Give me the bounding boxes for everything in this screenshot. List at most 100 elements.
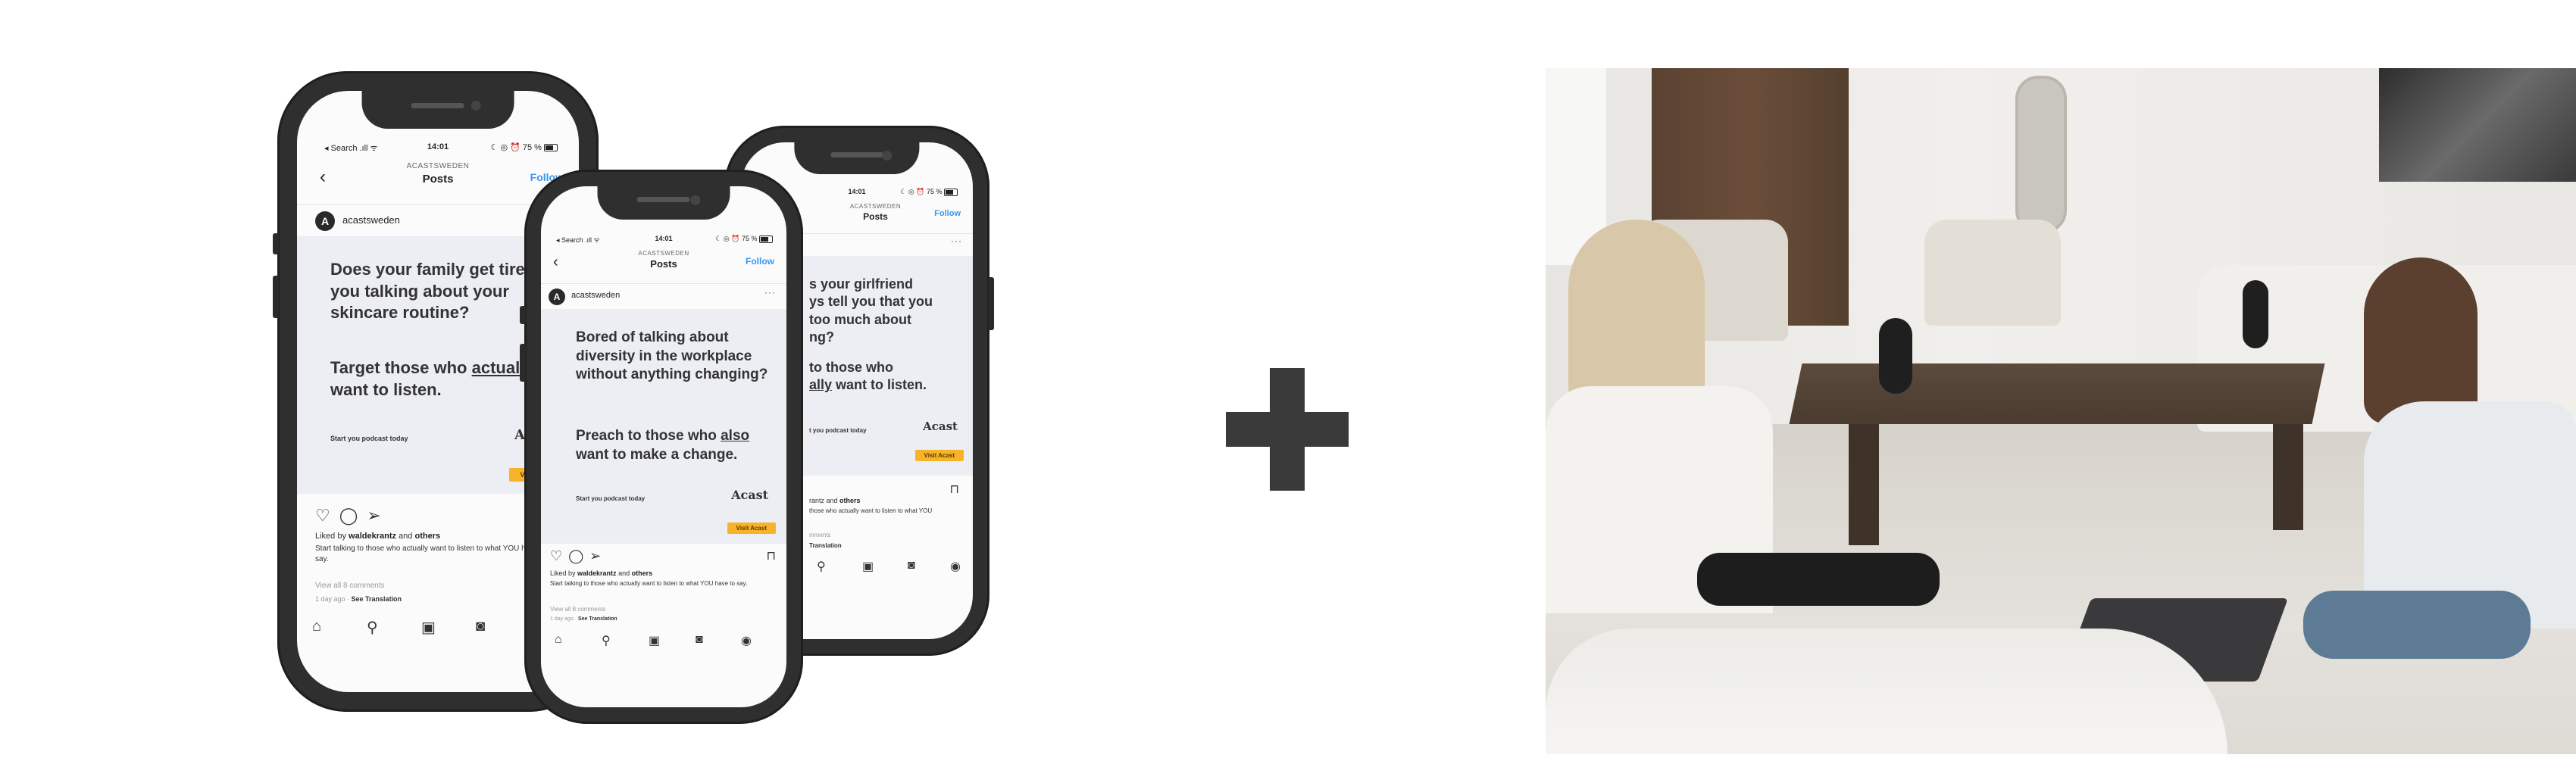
nav-account-name: ACASTSWEDEN bbox=[849, 203, 902, 210]
reels-icon[interactable]: ▣ bbox=[421, 618, 436, 637]
ad-question: Bored of talking about diversity in the … bbox=[576, 329, 768, 383]
acast-logo: Acast bbox=[731, 488, 768, 502]
status-right: ☾ ◎ ⏰ 75 % bbox=[491, 142, 558, 152]
nav-account-name: ACASTSWEDEN bbox=[406, 162, 470, 170]
photo-armchair-2 bbox=[1924, 220, 2061, 326]
liked-others-link[interactable]: others bbox=[632, 569, 653, 577]
status-right: ☾ ◎ ⏰ 75 % bbox=[715, 235, 773, 243]
post-caption: those who actually want to listen to wha… bbox=[809, 507, 933, 514]
post-handle[interactable]: acastsweden bbox=[571, 291, 620, 300]
ad-question: s your girlfriend ys tell you that you too… bbox=[809, 276, 933, 345]
follow-button[interactable]: Follow bbox=[934, 209, 961, 218]
page-title: Posts bbox=[863, 211, 888, 222]
battery-icon bbox=[759, 235, 773, 243]
back-icon[interactable]: ‹ bbox=[553, 254, 558, 270]
view-comments-link[interactable]: mments bbox=[809, 532, 830, 538]
visit-acast-button[interactable]: Visit Acast bbox=[914, 450, 964, 461]
post-actions: ♡ ◯ ➢ bbox=[315, 506, 390, 526]
page-title: Posts bbox=[650, 258, 677, 270]
heart-icon[interactable]: ♡ bbox=[550, 548, 562, 563]
tab-bar: ⌂ ⚲ ▣ ◙ ◉ bbox=[541, 633, 786, 660]
comment-icon[interactable]: ◯ bbox=[339, 506, 358, 525]
post-header: A acastsweden ··· bbox=[541, 283, 786, 310]
photo-table-leg bbox=[1849, 424, 1879, 545]
nav-bar: ‹ ACASTSWEDEN Posts Follow bbox=[297, 161, 579, 194]
see-translation-link[interactable]: See Translation bbox=[352, 595, 402, 603]
status-bar: ◂ Search .ıll ᯤ 14:01 ☾ ◎ ⏰ 75 % bbox=[297, 142, 579, 158]
search-icon[interactable]: ⚲ bbox=[602, 633, 611, 648]
photo-blanket bbox=[1546, 629, 2227, 754]
status-left: ◂ Search .ıll ᯤ bbox=[556, 236, 600, 244]
post-handle[interactable]: acastsweden bbox=[342, 214, 400, 226]
ad-start-text: Start you podcast today bbox=[576, 495, 646, 502]
see-translation-link[interactable]: See Translation bbox=[578, 616, 617, 622]
liked-by: Liked by waldekrantz and others bbox=[550, 569, 653, 577]
visit-acast-button[interactable]: Visit Acast bbox=[727, 523, 776, 534]
home-icon[interactable]: ⌂ bbox=[555, 633, 562, 647]
post-actions: ♡ ◯ ➢ bbox=[550, 548, 610, 564]
bookmark-icon[interactable]: ⊓ bbox=[950, 482, 959, 497]
search-icon[interactable]: ⚲ bbox=[817, 559, 826, 574]
share-icon[interactable]: ➢ bbox=[589, 548, 601, 563]
phone-notch bbox=[794, 142, 920, 174]
shop-icon[interactable]: ◙ bbox=[908, 559, 915, 572]
photo-microphone bbox=[1879, 318, 1912, 394]
ad-start-text: Start you podcast today bbox=[330, 435, 408, 442]
battery-icon bbox=[544, 144, 558, 152]
profile-icon[interactable]: ◉ bbox=[741, 633, 752, 648]
plus-icon-bar bbox=[1226, 412, 1349, 447]
ad-answer: Preach to those who also want to make a … bbox=[576, 428, 750, 463]
avatar[interactable]: A bbox=[315, 211, 335, 231]
phone-screen: ◂ Search .ıll ᯤ 14:01 ☾ ◎ ⏰ 75 % ‹ ACAST… bbox=[541, 186, 786, 707]
post-time: 1 day ago · See Translation bbox=[315, 595, 402, 603]
more-icon[interactable]: ··· bbox=[951, 236, 962, 246]
phone-notch bbox=[597, 186, 730, 220]
bookmark-icon[interactable]: ⊓ bbox=[767, 548, 776, 563]
post-time: 1 day ago · See Translation bbox=[550, 616, 617, 622]
follow-button[interactable]: Follow bbox=[746, 256, 774, 267]
status-right: ☾ ◎ ⏰ 75 % bbox=[900, 188, 958, 196]
shop-icon[interactable]: ◙ bbox=[476, 618, 485, 635]
avatar[interactable]: A bbox=[549, 289, 565, 305]
status-left: ◂ Search .ıll ᯤ bbox=[324, 144, 378, 153]
page-title: Posts bbox=[422, 173, 454, 186]
liked-user-link[interactable]: waldekrantz bbox=[349, 532, 396, 541]
photo-artwork bbox=[2379, 68, 2576, 182]
more-icon[interactable]: ··· bbox=[764, 287, 776, 298]
status-bar: ◂ Search .ıll ᯤ 14:01 ☾ ◎ ⏰ 75 % bbox=[541, 235, 786, 250]
comment-icon[interactable]: ◯ bbox=[568, 548, 583, 563]
phone-middle: ◂ Search .ıll ᯤ 14:01 ☾ ◎ ⏰ 75 % ‹ ACAST… bbox=[520, 170, 803, 724]
phone-notch bbox=[361, 91, 514, 129]
photo-person-right-hair bbox=[2364, 257, 2478, 424]
ad-image[interactable]: Bored of talking about diversity in the … bbox=[541, 309, 786, 544]
photo-person-right-legs bbox=[2303, 591, 2531, 659]
search-icon[interactable]: ⚲ bbox=[367, 618, 378, 637]
reels-icon[interactable]: ▣ bbox=[649, 633, 660, 648]
view-comments-link[interactable]: View all 8 comments bbox=[315, 582, 385, 590]
home-icon[interactable]: ⌂ bbox=[312, 618, 321, 635]
photo-person-left-legs bbox=[1697, 553, 1940, 606]
post-time: Translation bbox=[809, 542, 842, 549]
nav-account-name: ACASTSWEDEN bbox=[638, 250, 689, 257]
view-comments-link[interactable]: View all 8 comments bbox=[550, 606, 605, 613]
liked-others-link[interactable]: others bbox=[414, 532, 440, 541]
photo-mirror bbox=[2015, 76, 2067, 233]
heart-icon[interactable]: ♡ bbox=[315, 506, 330, 525]
ad-answer: to those who ally want to listen. bbox=[809, 360, 927, 393]
acast-logo: Acast bbox=[923, 420, 958, 433]
status-time: 14:01 bbox=[655, 235, 673, 242]
post-caption: Start talking to those who actually want… bbox=[550, 580, 748, 587]
share-icon[interactable]: ➢ bbox=[367, 506, 380, 525]
back-icon[interactable]: ‹ bbox=[320, 168, 326, 186]
liked-by: Liked by waldekrantz and others bbox=[315, 532, 441, 541]
photo-table-leg-2 bbox=[2273, 424, 2303, 530]
photo-coffee-table bbox=[1789, 363, 2325, 424]
profile-icon[interactable]: ◉ bbox=[950, 559, 961, 574]
ad-start-text: t you podcast today bbox=[809, 427, 867, 434]
status-time: 14:01 bbox=[427, 142, 449, 151]
status-time: 14:01 bbox=[848, 188, 866, 195]
liked-user-link[interactable]: waldekrantz bbox=[577, 569, 617, 577]
shop-icon[interactable]: ◙ bbox=[696, 633, 703, 647]
reels-icon[interactable]: ▣ bbox=[862, 559, 874, 574]
liked-by: rantz and others bbox=[809, 497, 861, 504]
